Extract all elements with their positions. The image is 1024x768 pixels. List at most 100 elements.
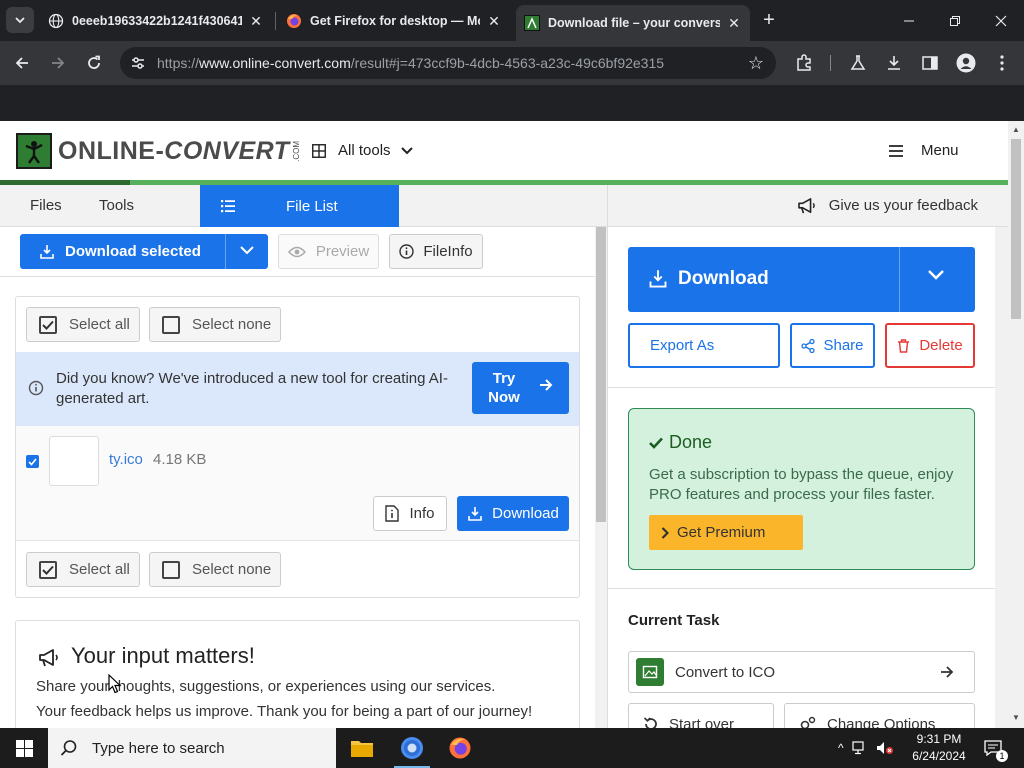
labs-button[interactable] [846, 51, 870, 75]
page-scrollbar[interactable]: ▲ ▼ [1008, 121, 1024, 728]
restore-button[interactable] [932, 0, 978, 41]
select-none-button[interactable]: Select none [149, 307, 281, 342]
toolbar-divider [830, 55, 831, 71]
chevron-down-icon[interactable] [240, 246, 254, 255]
get-premium-button[interactable]: Get Premium [649, 515, 803, 550]
tray-overflow-chevron-icon[interactable]: ^ [838, 741, 844, 755]
notifications-button[interactable]: 1 [984, 728, 1008, 768]
plus-icon: + [763, 8, 775, 31]
file-download-button[interactable]: Download [457, 496, 569, 531]
close-tab-icon[interactable]: ✕ [248, 13, 264, 29]
file-list-label: File List [286, 197, 338, 215]
feedback-title: Your input matters! [71, 643, 255, 668]
close-tab-icon[interactable]: ✕ [726, 15, 742, 31]
export-as-button[interactable]: Export As [628, 323, 780, 368]
address-bar[interactable]: https://www.online-convert.com/result#j=… [120, 47, 776, 79]
taskbar-search-box[interactable]: Type here to search [48, 728, 336, 768]
file-thumbnail[interactable] [49, 436, 99, 486]
scroll-up-arrow-icon[interactable]: ▲ [1012, 125, 1020, 134]
preview-button[interactable]: Preview [278, 234, 379, 269]
fileinfo-button[interactable]: FileInfo [389, 234, 483, 269]
download-tray-icon [649, 270, 667, 288]
download-selected-button[interactable]: Download selected [20, 234, 268, 269]
menu-button[interactable]: Menu [889, 142, 959, 159]
file-list-card: Select all Select none Did you know? We'… [15, 296, 580, 598]
close-window-button[interactable] [978, 0, 1024, 41]
downloads-button[interactable] [882, 51, 906, 75]
convert-to-ico-task[interactable]: Convert to ICO [628, 651, 975, 693]
download-icon [888, 56, 900, 70]
tab-tools[interactable]: Tools [99, 197, 134, 214]
minimize-button[interactable] [886, 0, 932, 41]
start-over-button[interactable]: Start over [628, 703, 774, 728]
forward-button[interactable] [45, 50, 71, 76]
download-main-button[interactable]: Download [628, 247, 975, 312]
browser-menu-button[interactable] [990, 51, 1014, 75]
volume-muted-icon[interactable] [876, 741, 894, 755]
grid-icon [312, 143, 326, 158]
chevron-right-icon [661, 526, 669, 539]
announcement-text: Did you know? We've introduced a new too… [56, 370, 448, 407]
task-label: Convert to ICO [675, 663, 776, 681]
chevron-down-icon[interactable] [927, 269, 945, 281]
image-file-icon [636, 658, 664, 686]
browser-tab-1[interactable]: 0eeeb19633422b1241f430641988 ✕ [40, 6, 272, 36]
tab-file-list[interactable]: File List [200, 185, 399, 227]
checkmark-icon [649, 437, 663, 449]
avatar-icon [956, 53, 976, 73]
file-explorer-taskbar-button[interactable] [338, 728, 386, 768]
tab-search-button[interactable] [6, 7, 34, 33]
file-list-scrollbar[interactable] [595, 227, 607, 728]
close-tab-icon[interactable]: ✕ [486, 13, 502, 29]
file-checkbox[interactable] [26, 455, 39, 468]
select-all-button[interactable]: Select all [26, 307, 140, 342]
give-feedback-link[interactable]: Give us your feedback [797, 197, 978, 214]
select-none-button-bottom[interactable]: Select none [149, 552, 281, 587]
done-title: Done [649, 432, 712, 453]
site-logo[interactable]: ONLINE-CONVERT .COM [16, 133, 301, 169]
ai-art-announcement: Did you know? We've introduced a new too… [16, 352, 579, 426]
scroll-down-arrow-icon[interactable]: ▼ [1012, 713, 1020, 722]
arrow-left-icon [15, 57, 28, 69]
divider [608, 387, 995, 388]
firefox-taskbar-button[interactable] [436, 728, 484, 768]
start-button[interactable] [0, 728, 48, 768]
export-as-label: Export As [650, 337, 715, 354]
reload-icon [88, 55, 100, 69]
change-options-button[interactable]: Change Options [784, 703, 975, 728]
share-button[interactable]: Share [790, 323, 875, 368]
chrome-icon [401, 737, 423, 759]
bookmark-star-icon[interactable]: ☆ [748, 53, 764, 74]
chrome-taskbar-button[interactable] [388, 728, 436, 768]
extensions-button[interactable] [792, 51, 816, 75]
file-list-panel: Files Tools File List Download selected … [0, 185, 607, 728]
mouse-cursor-icon [108, 674, 122, 694]
megaphone-icon [39, 649, 58, 667]
close-icon [995, 15, 1007, 26]
checkbox-checked-icon [39, 560, 57, 579]
select-all-label: Select all [69, 316, 130, 333]
browser-tab-2[interactable]: Get Firefox for desktop — Moz ✕ [278, 6, 510, 36]
network-icon[interactable] [852, 741, 868, 755]
tab-files[interactable]: Files [30, 197, 62, 214]
browser-tab-3-active[interactable]: Download file – your conversio ✕ [516, 5, 750, 41]
done-text: Get a subscription to bypass the queue, … [649, 466, 954, 503]
profile-button[interactable] [954, 51, 978, 75]
reload-button[interactable] [81, 50, 107, 76]
file-name-link[interactable]: ty.ico [109, 451, 143, 468]
select-all-button-bottom[interactable]: Select all [26, 552, 140, 587]
all-tools-dropdown[interactable]: All tools [312, 142, 413, 159]
result-panel-scrollbar[interactable] [995, 227, 1008, 728]
site-settings-icon[interactable] [130, 55, 146, 71]
delete-button[interactable]: Delete [885, 323, 975, 368]
file-info-button[interactable]: Info [373, 496, 447, 531]
file-actions-bar: Download selected Preview FileInfo [0, 227, 607, 277]
side-panel-button[interactable] [918, 51, 942, 75]
info-circle-icon [28, 380, 44, 396]
site-header: ONLINE-CONVERT .COM All tools Menu [0, 121, 1008, 185]
back-button[interactable] [9, 50, 35, 76]
new-tab-button[interactable]: + [757, 8, 781, 32]
page-scrollbar-thumb[interactable] [1011, 139, 1021, 319]
taskbar-clock[interactable]: 9:31 PM 6/24/2024 [906, 731, 972, 765]
try-now-button[interactable]: Try Now [472, 362, 569, 414]
